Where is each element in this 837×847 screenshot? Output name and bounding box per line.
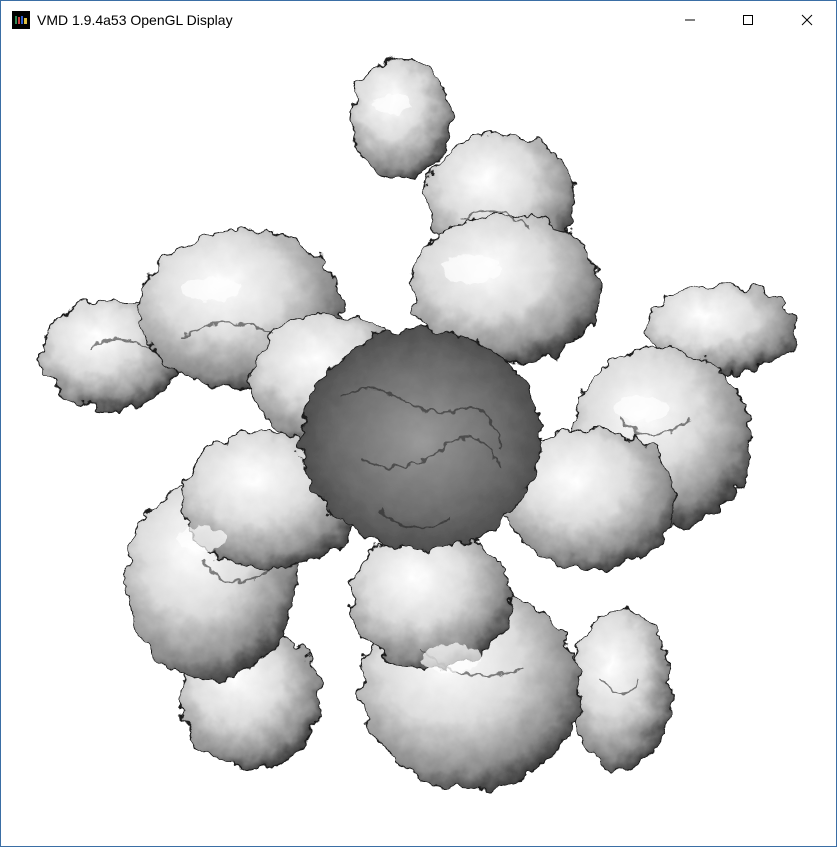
window-title: VMD 1.9.4a53 OpenGL Display: [37, 12, 233, 28]
maximize-button[interactable]: [719, 1, 777, 39]
minimize-button[interactable]: [661, 1, 719, 39]
molecule-render: [40, 58, 797, 790]
close-button[interactable]: [778, 1, 836, 39]
close-icon: [801, 14, 813, 26]
title-bar[interactable]: VMD 1.9.4a53 OpenGL Display: [1, 1, 836, 39]
vmd-app-icon: [12, 11, 30, 29]
vmd-opengl-window: VMD 1.9.4a53 OpenGL Display: [0, 0, 837, 847]
maximize-icon: [742, 14, 754, 26]
minimize-icon: [684, 14, 696, 26]
opengl-display-canvas[interactable]: [1, 39, 836, 846]
